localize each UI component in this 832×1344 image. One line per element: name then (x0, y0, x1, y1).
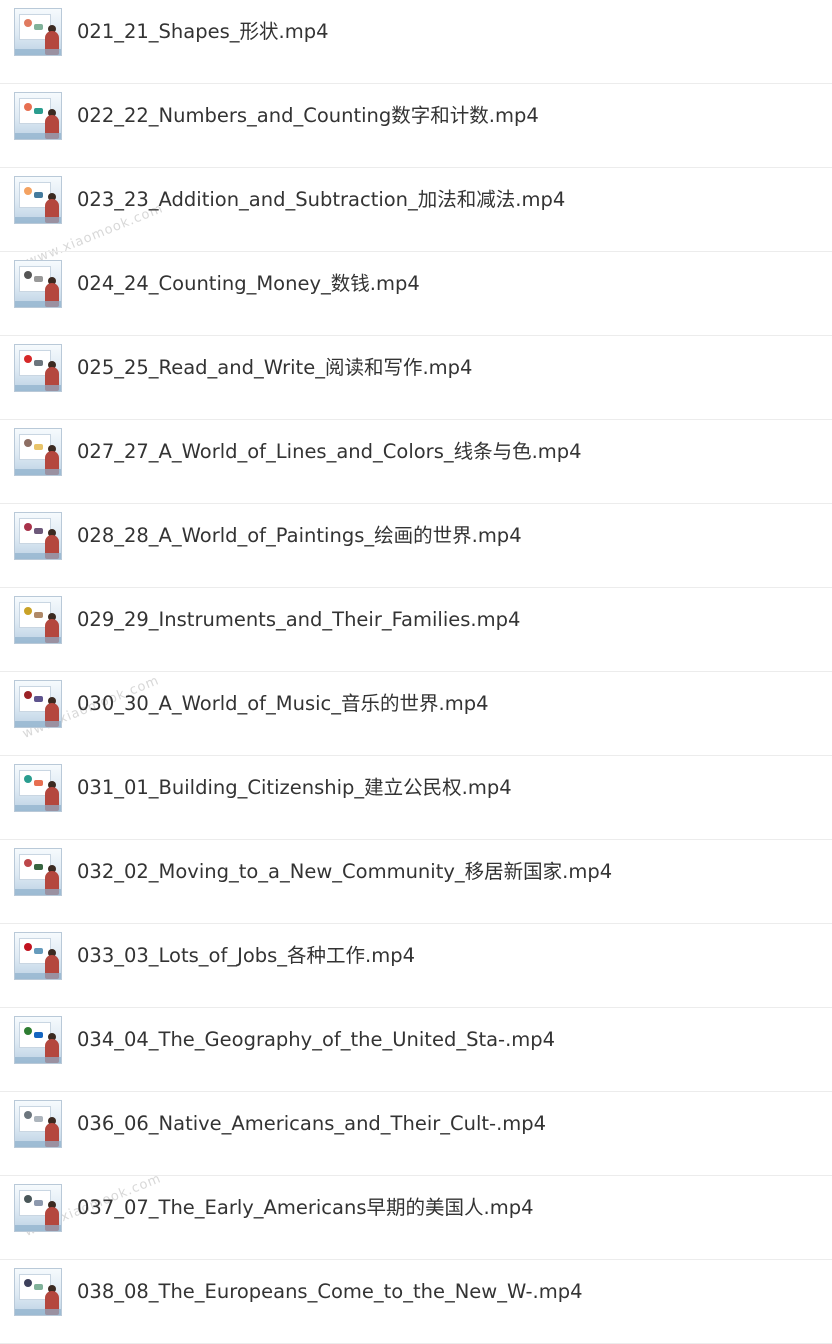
video-thumbnail-icon[interactable] (14, 1016, 62, 1064)
file-name[interactable]: 024_24_Counting_Money_数钱.mp4 (77, 252, 420, 316)
file-name[interactable]: 034_04_The_Geography_of_the_United_Sta-.… (77, 1008, 555, 1072)
video-thumbnail-icon[interactable] (14, 1268, 62, 1316)
file-row[interactable]: 024_24_Counting_Money_数钱.mp4 (0, 252, 832, 336)
video-thumbnail-icon[interactable] (14, 932, 62, 980)
file-name[interactable]: 037_07_The_Early_Americans早期的美国人.mp4 (77, 1176, 533, 1240)
file-row[interactable]: 022_22_Numbers_and_Counting数字和计数.mp4 (0, 84, 832, 168)
video-thumbnail-icon[interactable] (14, 1184, 62, 1232)
video-file-list: www.xiaomook.com www.xiaomook.com www.xi… (0, 0, 832, 1344)
file-name[interactable]: 031_01_Building_Citizenship_建立公民权.mp4 (77, 756, 512, 820)
video-thumbnail-icon[interactable] (14, 512, 62, 560)
video-thumbnail-icon[interactable] (14, 8, 62, 56)
video-thumbnail-icon[interactable] (14, 764, 62, 812)
file-name[interactable]: 023_23_Addition_and_Subtraction_加法和减法.mp… (77, 168, 565, 232)
file-row[interactable]: 028_28_A_World_of_Paintings_绘画的世界.mp4 (0, 504, 832, 588)
video-thumbnail-icon[interactable] (14, 596, 62, 644)
file-name[interactable]: 038_08_The_Europeans_Come_to_the_New_W-.… (77, 1260, 583, 1324)
file-row[interactable]: 030_30_A_World_of_Music_音乐的世界.mp4 (0, 672, 832, 756)
file-row[interactable]: 034_04_The_Geography_of_the_United_Sta-.… (0, 1008, 832, 1092)
file-name[interactable]: 033_03_Lots_of_Jobs_各种工作.mp4 (77, 924, 415, 988)
file-row[interactable]: 031_01_Building_Citizenship_建立公民权.mp4 (0, 756, 832, 840)
file-row[interactable]: 037_07_The_Early_Americans早期的美国人.mp4 (0, 1176, 832, 1260)
file-name[interactable]: 022_22_Numbers_and_Counting数字和计数.mp4 (77, 84, 539, 148)
file-name[interactable]: 029_29_Instruments_and_Their_Families.mp… (77, 588, 520, 652)
file-row[interactable]: 025_25_Read_and_Write_阅读和写作.mp4 (0, 336, 832, 420)
video-thumbnail-icon[interactable] (14, 680, 62, 728)
file-row[interactable]: 029_29_Instruments_and_Their_Families.mp… (0, 588, 832, 672)
file-name[interactable]: 021_21_Shapes_形状.mp4 (77, 0, 328, 64)
video-thumbnail-icon[interactable] (14, 260, 62, 308)
file-name[interactable]: 028_28_A_World_of_Paintings_绘画的世界.mp4 (77, 504, 522, 568)
file-name[interactable]: 032_02_Moving_to_a_New_Community_移居新国家.m… (77, 840, 612, 904)
file-row[interactable]: 033_03_Lots_of_Jobs_各种工作.mp4 (0, 924, 832, 1008)
file-name[interactable]: 025_25_Read_and_Write_阅读和写作.mp4 (77, 336, 472, 400)
video-thumbnail-icon[interactable] (14, 92, 62, 140)
file-row[interactable]: 023_23_Addition_and_Subtraction_加法和减法.mp… (0, 168, 832, 252)
file-name[interactable]: 030_30_A_World_of_Music_音乐的世界.mp4 (77, 672, 489, 736)
file-row[interactable]: 027_27_A_World_of_Lines_and_Colors_线条与色.… (0, 420, 832, 504)
file-row[interactable]: 021_21_Shapes_形状.mp4 (0, 0, 832, 84)
file-name[interactable]: 036_06_Native_Americans_and_Their_Cult-.… (77, 1092, 546, 1156)
file-row[interactable]: 038_08_The_Europeans_Come_to_the_New_W-.… (0, 1260, 832, 1344)
file-row[interactable]: 036_06_Native_Americans_and_Their_Cult-.… (0, 1092, 832, 1176)
video-thumbnail-icon[interactable] (14, 344, 62, 392)
video-thumbnail-icon[interactable] (14, 428, 62, 476)
file-name[interactable]: 027_27_A_World_of_Lines_and_Colors_线条与色.… (77, 420, 582, 484)
video-thumbnail-icon[interactable] (14, 176, 62, 224)
video-thumbnail-icon[interactable] (14, 848, 62, 896)
video-thumbnail-icon[interactable] (14, 1100, 62, 1148)
file-row[interactable]: 032_02_Moving_to_a_New_Community_移居新国家.m… (0, 840, 832, 924)
